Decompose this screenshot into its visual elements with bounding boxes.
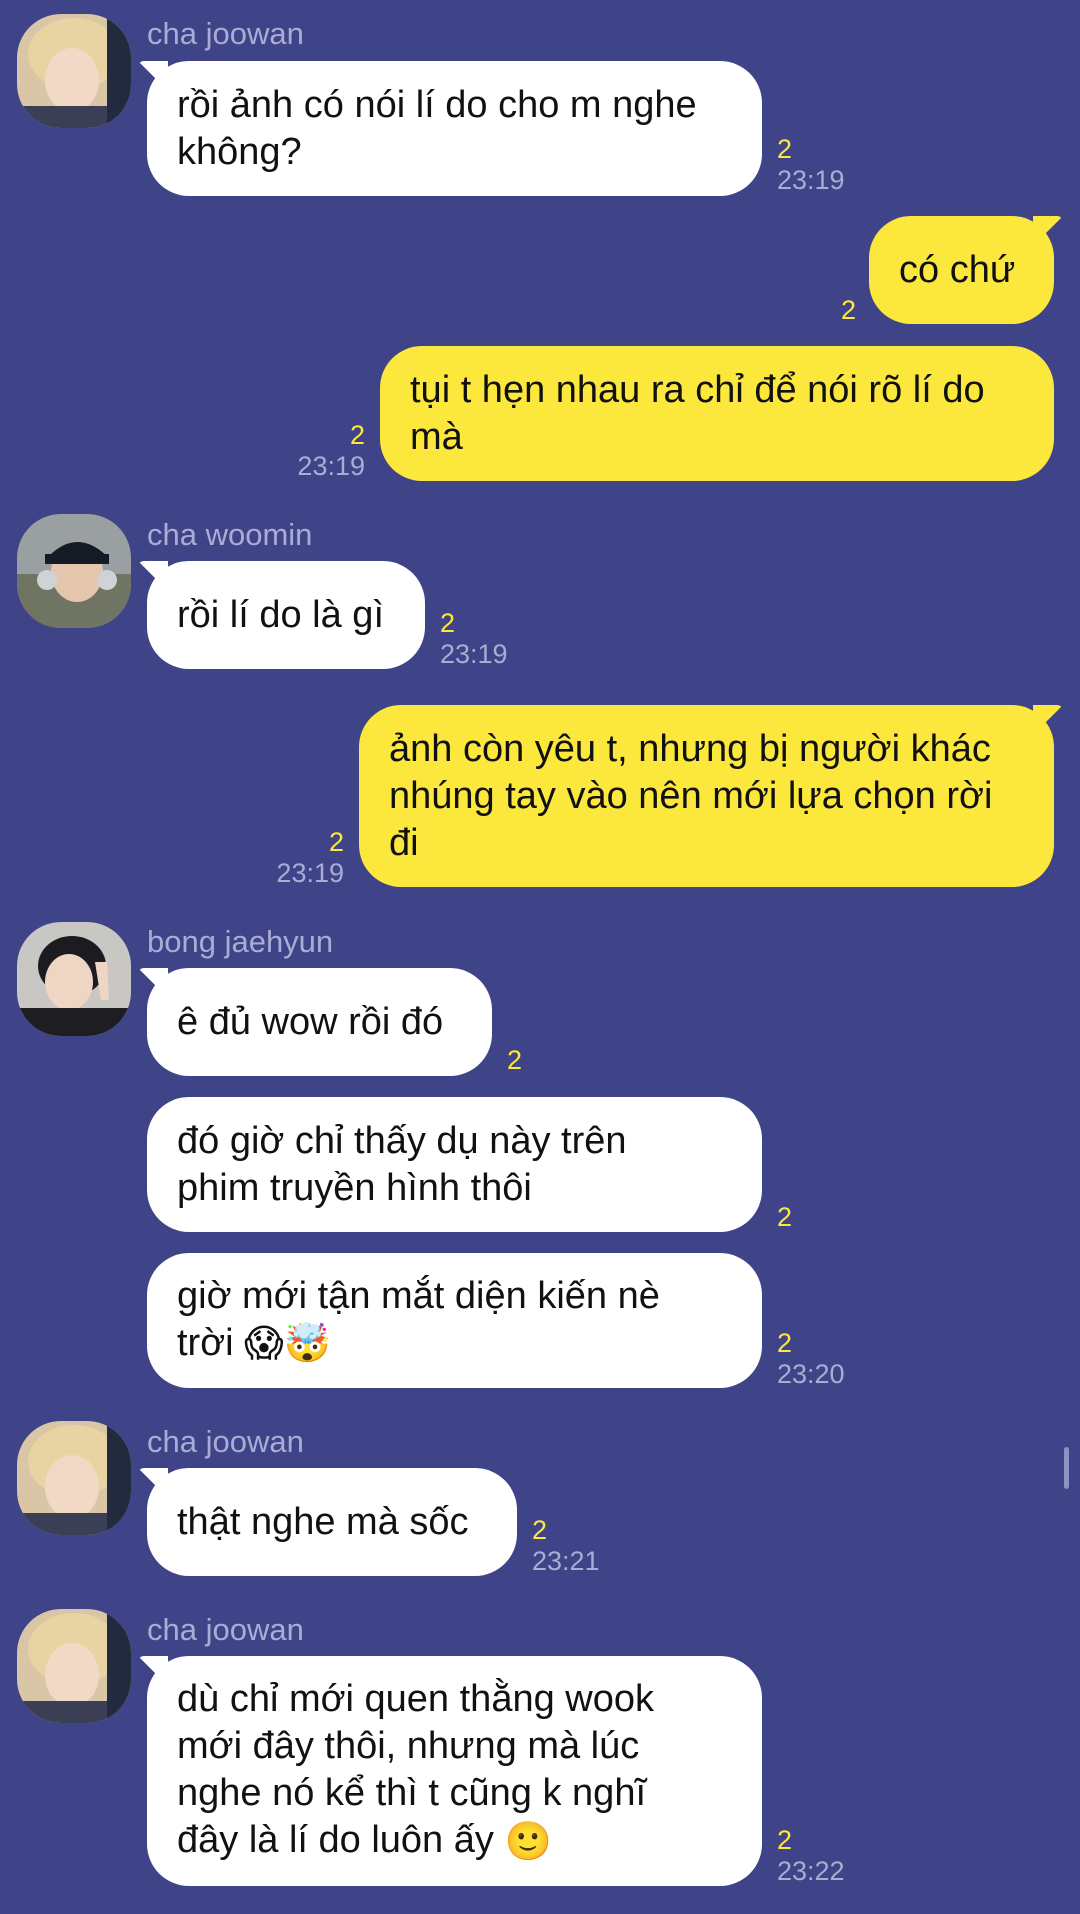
avatar-bong-jaehyun[interactable] [17,922,131,1036]
read-count: 2 [532,1515,548,1545]
sender-name: bong jaehyun [147,924,334,959]
emoji-shocked-exploding: 😱🤯 [244,1323,332,1366]
avatar-cha-woomin[interactable] [17,514,131,628]
read-count: 2 [777,1202,793,1232]
message-meta: 2 [777,1202,792,1233]
timestamp: 23:19 [440,639,508,669]
read-count: 2 [507,1045,523,1075]
message-bubble[interactable]: giờ mới tận mắt diện kiến nè trời 😱🤯 [147,1253,762,1388]
message-meta: 2 23:20 [777,1328,845,1390]
message-text: ảnh còn yêu t, nhưng bị người khác nhúng… [389,727,993,864]
avatar-cha-joowan[interactable] [17,1609,131,1723]
message-meta: 2 23:22 [777,1825,845,1887]
timestamp: 23:20 [777,1359,845,1389]
message-bubble[interactable]: rồi ảnh có nói lí do cho m nghe không? [147,61,762,196]
message-text: thật nghe mà sốc [177,1500,469,1543]
read-count: 2 [349,420,365,450]
message-bubble-outgoing[interactable]: ảnh còn yêu t, nhưng bị người khác nhúng… [359,705,1054,887]
sender-name: cha joowan [147,1424,304,1459]
sender-name: cha joowan [147,1612,304,1647]
message-meta: 2 23:19 [777,134,845,196]
message-bubble[interactable]: đó giờ chỉ thấy dụ này trên phim truyền … [147,1097,762,1232]
message-bubble-outgoing[interactable]: tụi t hẹn nhau ra chỉ để nói rõ lí do mà [380,346,1054,481]
sender-name: cha woomin [147,517,313,552]
message-meta: 2 23:21 [532,1515,600,1577]
message-bubble[interactable]: dù chỉ mới quen thằng wook mới đây thôi,… [147,1656,762,1886]
read-count: 2 [328,827,344,857]
timestamp: 23:22 [777,1856,845,1886]
message-bubble[interactable]: thật nghe mà sốc [147,1468,517,1576]
sender-name: cha joowan [147,16,304,51]
scrollbar-handle[interactable] [1064,1447,1069,1489]
message-text-body: dù chỉ mới quen thằng wook mới đây thôi,… [177,1678,654,1862]
message-text: rồi ảnh có nói lí do cho m nghe không? [177,83,697,173]
message-bubble-outgoing[interactable]: có chứ [869,216,1054,324]
message-text: đó giờ chỉ thấy dụ này trên phim truyền … [177,1119,627,1209]
read-count: 2 [777,1328,793,1358]
read-count: 2 [777,134,793,164]
read-count: 2 [840,295,856,325]
read-count: 2 [440,608,456,638]
message-meta: 2 [507,1045,522,1076]
message-text: tụi t hẹn nhau ra chỉ để nói rõ lí do mà [410,368,985,458]
emoji-smile: 🙂 [504,1820,552,1863]
message-text: giờ mới tận mắt diện kiến nè trời 😱🤯 [177,1273,660,1368]
message-meta: 2 23:19 [440,608,508,670]
message-meta: 2 23:19 [260,827,344,889]
avatar-cha-joowan[interactable] [17,1421,131,1535]
read-count: 2 [777,1825,793,1855]
message-text: ê đủ wow rồi đó [177,1000,444,1043]
message-text: dù chỉ mới quen thằng wook mới đây thôi,… [177,1676,654,1865]
message-meta: 2 23:19 [280,420,365,482]
timestamp: 23:21 [532,1546,600,1576]
avatar-cha-joowan[interactable] [17,14,131,128]
message-meta: 2 [820,295,856,326]
timestamp: 23:19 [297,451,365,481]
message-bubble[interactable]: rồi lí do là gì [147,561,425,669]
timestamp: 23:19 [276,858,344,888]
message-bubble[interactable]: ê đủ wow rồi đó [147,968,492,1076]
timestamp: 23:19 [777,165,845,195]
message-text: có chứ [899,248,1016,291]
message-text: rồi lí do là gì [177,593,384,636]
